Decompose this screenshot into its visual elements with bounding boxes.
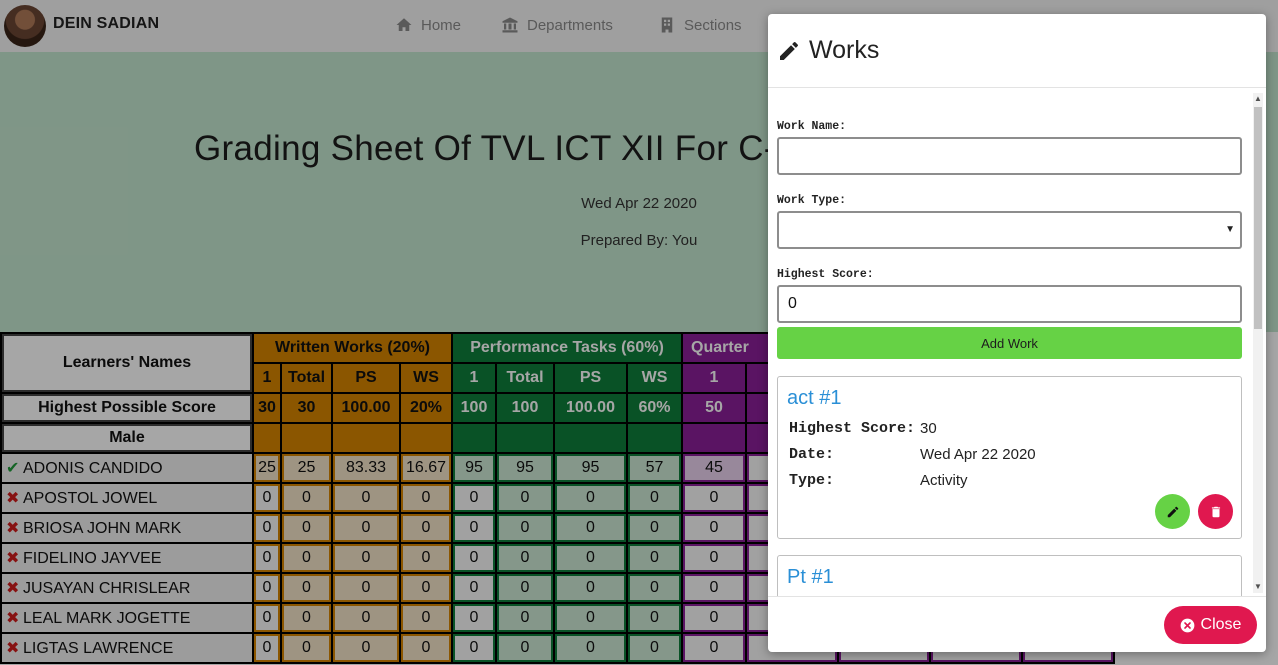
type-key: Type: — [789, 472, 835, 489]
close-button-label: Close — [1200, 616, 1242, 633]
work-card-pt-1: Pt #1 — [777, 555, 1242, 596]
work-name-link[interactable]: act #1 — [787, 387, 841, 410]
work-name-label: Work Name: — [777, 120, 847, 133]
add-work-button[interactable]: Add Work — [777, 327, 1242, 359]
edit-icon — [1167, 506, 1178, 517]
work-type-label: Work Type: — [777, 194, 847, 207]
work-name-link[interactable]: Pt #1 — [787, 566, 834, 589]
date-key: Date: — [789, 446, 835, 463]
scroll-down-icon[interactable]: ▼ — [1254, 583, 1262, 591]
modal-scrollbar[interactable]: ▲ ▼ — [1253, 93, 1263, 593]
highest-score-key: Highest Score: — [789, 420, 916, 437]
highest-score-label: Highest Score: — [777, 268, 874, 281]
work-type-select[interactable]: ▼ — [777, 211, 1242, 249]
pencil-icon — [780, 41, 799, 60]
scroll-thumb[interactable] — [1254, 107, 1262, 329]
close-button[interactable]: Close — [1164, 606, 1257, 644]
type-value: Activity — [920, 472, 968, 489]
close-circle-icon — [1180, 618, 1194, 632]
modal-footer: Close — [768, 596, 1266, 652]
dropdown-arrow-icon: ▼ — [1225, 224, 1235, 235]
trash-icon — [1211, 506, 1220, 517]
works-modal: Works Work Name: Work Type: ▼ Highest Sc… — [768, 14, 1266, 652]
work-name-input[interactable] — [777, 137, 1242, 175]
highest-score-value: 30 — [920, 420, 937, 437]
work-card-act-1: act #1 Highest Score: 30 Date: Wed Apr 2… — [777, 376, 1242, 539]
edit-work-button[interactable] — [1155, 494, 1190, 529]
modal-body[interactable]: Work Name: Work Type: ▼ Highest Score: 0… — [768, 89, 1266, 596]
highest-score-input[interactable]: 0 — [777, 285, 1242, 323]
delete-work-button[interactable] — [1198, 494, 1233, 529]
modal-title: Works — [809, 36, 880, 64]
date-value: Wed Apr 22 2020 — [920, 446, 1036, 463]
modal-header: Works — [768, 14, 1266, 88]
scroll-up-icon[interactable]: ▲ — [1254, 95, 1262, 103]
